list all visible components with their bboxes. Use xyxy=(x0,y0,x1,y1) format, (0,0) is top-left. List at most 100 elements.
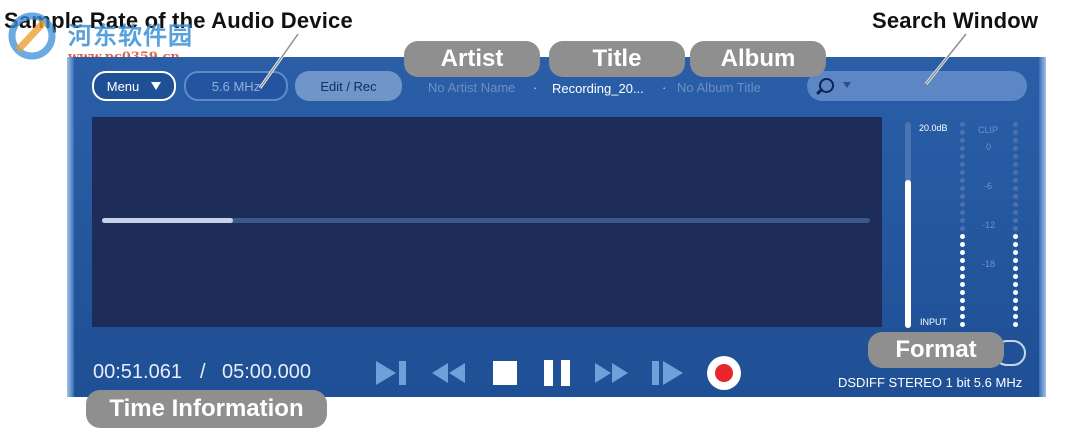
edit-rec-button[interactable]: Edit / Rec xyxy=(295,71,402,101)
album-field[interactable]: No Album Title xyxy=(677,80,761,95)
skip-to-start-button[interactable] xyxy=(374,356,410,390)
fast-forward-icon xyxy=(595,363,628,383)
format-value: DSDIFF STEREO 1 bit 5.6 MHz xyxy=(838,375,1023,390)
meter-led xyxy=(1013,122,1018,127)
meter-led xyxy=(960,146,965,151)
meter-led xyxy=(1013,250,1018,255)
meter-led xyxy=(1013,202,1018,207)
meter-led xyxy=(1013,138,1018,143)
meter-led xyxy=(960,210,965,215)
meter-scale-label: -6 xyxy=(984,181,993,191)
time-divider: / xyxy=(200,361,206,383)
meter-led xyxy=(960,138,965,143)
meter-input-label: INPUT xyxy=(920,317,947,327)
meter-peak-label: 20.0dB xyxy=(919,123,948,133)
title-callout: Title xyxy=(549,41,685,77)
meter-led xyxy=(1013,242,1018,247)
window-edge-left xyxy=(67,57,74,397)
waveform-display[interactable] xyxy=(92,117,882,327)
meter-led xyxy=(960,282,965,287)
skip-to-start-icon xyxy=(376,361,406,385)
separator-dot: · xyxy=(662,80,667,95)
meter-led xyxy=(960,202,965,207)
meter-led xyxy=(960,274,965,279)
playback-position-fill xyxy=(102,218,233,223)
rewind-icon xyxy=(432,363,465,383)
meter-scale-label: -18 xyxy=(982,259,996,269)
artist-field[interactable]: No Artist Name xyxy=(428,80,515,95)
meter-led xyxy=(1013,314,1018,319)
meter-led xyxy=(1013,274,1018,279)
record-icon xyxy=(707,356,741,390)
meter-led xyxy=(960,122,965,127)
fast-forward-button[interactable] xyxy=(593,356,631,390)
sample-rate-annotation: Sample Rate of the Audio Device xyxy=(4,8,353,33)
meter-led xyxy=(960,234,965,239)
search-window-annotation: Search Window xyxy=(872,8,1039,33)
meter-led xyxy=(960,306,965,311)
menu-button[interactable]: Menu xyxy=(92,71,176,101)
meter-led xyxy=(960,290,965,295)
meter-scale-label: -12 xyxy=(982,220,996,230)
meter-led-column-left xyxy=(960,122,966,330)
meter-scale-label: 0 xyxy=(986,142,992,152)
meter-led xyxy=(1013,266,1018,271)
stop-button[interactable] xyxy=(490,356,520,390)
meter-led xyxy=(1013,210,1018,215)
separator-dot: · xyxy=(533,80,538,95)
meter-led xyxy=(960,178,965,183)
meter-led xyxy=(960,322,965,327)
meter-led xyxy=(1013,234,1018,239)
meter-led xyxy=(1013,130,1018,135)
meter-led xyxy=(1013,226,1018,231)
meter-clip-label: CLIP xyxy=(978,125,999,135)
artist-callout: Artist xyxy=(404,41,540,77)
meter-led xyxy=(1013,298,1018,303)
playback-position-track[interactable] xyxy=(102,218,870,223)
meter-led xyxy=(1013,218,1018,223)
meter-led xyxy=(1013,306,1018,311)
meter-led xyxy=(1013,146,1018,151)
input-level-meter: 20.0dB CLIP 0 -6 -12 -18 INPUT xyxy=(895,117,1045,332)
input-level-bar xyxy=(905,122,911,328)
sample-rate-display[interactable]: 5.6 MHz xyxy=(184,71,288,101)
meter-led xyxy=(960,218,965,223)
album-callout: Album xyxy=(690,41,826,77)
meter-led xyxy=(1013,154,1018,159)
search-dropdown-icon[interactable] xyxy=(843,82,851,88)
chevron-down-icon xyxy=(151,82,162,90)
pause-icon xyxy=(544,360,570,386)
title-field[interactable]: Recording_20... xyxy=(552,81,644,96)
stop-icon xyxy=(493,361,517,385)
time-elapsed: 00:51.061 xyxy=(93,361,182,383)
meter-led xyxy=(960,258,965,263)
meter-led xyxy=(960,242,965,247)
meter-led xyxy=(960,298,965,303)
meter-led xyxy=(1013,258,1018,263)
meter-led xyxy=(1013,290,1018,295)
rewind-button[interactable] xyxy=(430,356,468,390)
edit-rec-label: Edit / Rec xyxy=(320,78,377,94)
record-button[interactable] xyxy=(705,356,743,390)
meter-led xyxy=(1013,178,1018,183)
meter-led xyxy=(1013,322,1018,327)
time-total: 05:00.000 xyxy=(222,361,311,383)
time-information-callout: Time Information xyxy=(86,390,327,428)
meter-led xyxy=(960,154,965,159)
meter-led xyxy=(1013,186,1018,191)
sample-rate-value: 5.6 MHz xyxy=(211,78,261,94)
meter-led xyxy=(1013,194,1018,199)
skip-to-end-button[interactable] xyxy=(650,356,686,390)
meter-led xyxy=(1013,162,1018,167)
meter-led xyxy=(1013,282,1018,287)
search-input[interactable] xyxy=(807,71,1027,101)
meter-led xyxy=(960,250,965,255)
meter-led-column-right xyxy=(1013,122,1019,330)
skip-to-end-icon xyxy=(652,361,683,385)
meter-led xyxy=(960,162,965,167)
search-icon xyxy=(819,78,834,93)
menu-button-label: Menu xyxy=(106,78,140,94)
meter-led xyxy=(960,194,965,199)
pause-button[interactable] xyxy=(542,356,574,390)
meter-led xyxy=(960,186,965,191)
